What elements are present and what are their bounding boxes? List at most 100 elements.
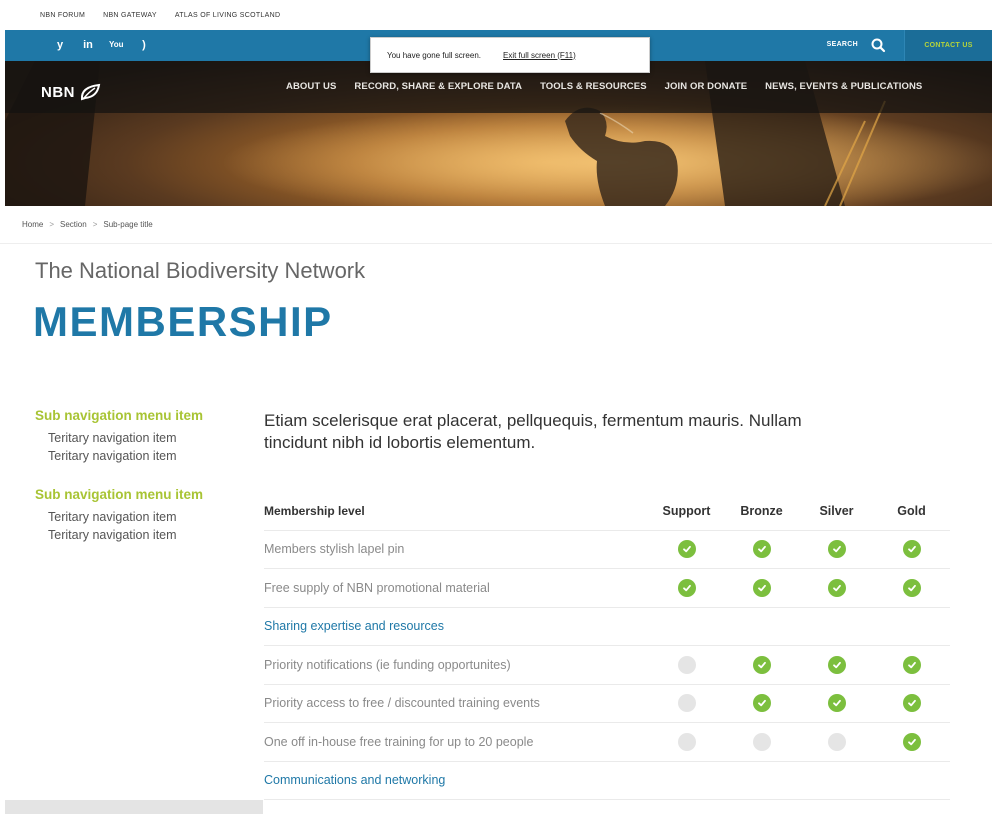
utility-link-nbn-gateway[interactable]: NBN GATEWAY bbox=[103, 12, 157, 19]
cell-gold bbox=[874, 655, 949, 674]
table-row: Priority access to free / discounted tra… bbox=[264, 685, 950, 723]
subnav-group: Sub navigation menu item Teritary naviga… bbox=[35, 487, 255, 544]
tertiary-nav-item[interactable]: Teritary navigation item bbox=[35, 526, 255, 544]
membership-table: Membership level Support Bronze Silver G… bbox=[264, 492, 950, 800]
intro-text: Etiam scelerisque erat placerat, pellque… bbox=[264, 411, 802, 452]
level-support-header: Support bbox=[662, 503, 711, 518]
search-icon[interactable] bbox=[870, 37, 886, 53]
utility-links: NBN FORUM NBN GATEWAY ATLAS OF LIVING SC… bbox=[0, 0, 992, 30]
main-nav: ABOUT US RECORD, SHARE & EXPLORE DATA TO… bbox=[277, 81, 931, 92]
twitter-icon[interactable]: y bbox=[53, 38, 67, 52]
cell-bronze bbox=[724, 732, 799, 751]
linkedin-icon[interactable]: in bbox=[81, 38, 95, 52]
cell-gold bbox=[874, 578, 949, 597]
cell-silver bbox=[799, 732, 874, 751]
exit-fullscreen-link[interactable]: Exit full screen (F11) bbox=[503, 51, 576, 60]
check-icon bbox=[902, 694, 921, 713]
nav-join-donate[interactable]: JOIN OR DONATE bbox=[656, 81, 757, 92]
nav-about-us[interactable]: ABOUT US bbox=[277, 81, 345, 92]
table-row: Free supply of NBN promotional material bbox=[264, 569, 950, 608]
cell-gold bbox=[874, 694, 949, 713]
check-icon bbox=[827, 655, 846, 674]
tertiary-nav-item[interactable]: Teritary navigation item bbox=[35, 447, 255, 465]
nbn-logo[interactable]: NBN bbox=[41, 83, 101, 101]
cell-support bbox=[649, 540, 724, 559]
feature-label: Members stylish lapel pin bbox=[264, 542, 405, 557]
cell-bronze bbox=[724, 694, 799, 713]
nav-record-share-explore[interactable]: RECORD, SHARE & EXPLORE DATA bbox=[345, 81, 531, 92]
fullscreen-notice: You have gone full screen. Exit full scr… bbox=[370, 37, 650, 73]
section-heading: Communications and networking bbox=[264, 773, 446, 788]
fullscreen-message: You have gone full screen. bbox=[387, 50, 481, 60]
youtube-icon[interactable]: You bbox=[109, 38, 124, 52]
check-icon bbox=[827, 540, 846, 559]
cell-silver bbox=[799, 578, 874, 597]
contact-us-button[interactable]: CONTACT US bbox=[904, 30, 992, 61]
check-icon bbox=[752, 655, 771, 674]
check-icon bbox=[827, 578, 846, 597]
check-icon bbox=[902, 578, 921, 597]
cell-support bbox=[649, 694, 724, 713]
breadcrumb: Home > Section > Sub-page title bbox=[0, 206, 992, 244]
breadcrumb-home[interactable]: Home bbox=[22, 220, 43, 229]
check-icon bbox=[752, 578, 771, 597]
tertiary-nav-item[interactable]: Teritary navigation item bbox=[35, 508, 255, 526]
section-heading: Sharing expertise and resources bbox=[264, 619, 444, 634]
logo-text: NBN bbox=[41, 83, 75, 101]
tertiary-nav-item[interactable]: Teritary navigation item bbox=[35, 429, 255, 447]
sub-navigation: Sub navigation menu item Teritary naviga… bbox=[35, 408, 255, 562]
feature-label: Priority notifications (ie funding oppor… bbox=[264, 657, 511, 672]
check-icon bbox=[752, 540, 771, 559]
table-section-row: Sharing expertise and resources bbox=[264, 608, 950, 646]
feature-label: Priority access to free / discounted tra… bbox=[264, 696, 540, 711]
breadcrumb-section[interactable]: Section bbox=[60, 220, 87, 229]
subnav-item[interactable]: Sub navigation menu item bbox=[35, 408, 255, 423]
cell-support bbox=[649, 655, 724, 674]
table-row: One off in-house free training for up to… bbox=[264, 723, 950, 762]
check-icon bbox=[827, 694, 846, 713]
not-included-icon bbox=[752, 732, 771, 751]
cell-silver bbox=[799, 694, 874, 713]
breadcrumb-separator: > bbox=[49, 220, 55, 229]
page-subtitle: The National Biodiversity Network bbox=[35, 258, 366, 283]
level-gold-header: Gold bbox=[897, 503, 926, 518]
check-icon bbox=[902, 732, 921, 751]
feature-label: One off in-house free training for up to… bbox=[264, 734, 534, 749]
cell-support bbox=[649, 732, 724, 751]
table-row: Priority notifications (ie funding oppor… bbox=[264, 646, 950, 685]
breadcrumb-current: Sub-page title bbox=[103, 220, 153, 229]
search-label[interactable]: SEARCH bbox=[827, 41, 858, 48]
nav-tools-resources[interactable]: TOOLS & RESOURCES bbox=[531, 81, 656, 92]
level-silver-header: Silver bbox=[819, 503, 854, 518]
cell-bronze bbox=[724, 578, 799, 597]
leaf-icon bbox=[80, 83, 101, 101]
not-included-icon bbox=[677, 694, 696, 713]
social-icons: y in You ) bbox=[53, 38, 151, 52]
cell-support bbox=[649, 578, 724, 597]
check-icon bbox=[902, 540, 921, 559]
cell-gold bbox=[874, 732, 949, 751]
check-icon bbox=[677, 540, 696, 559]
check-icon bbox=[677, 578, 696, 597]
cell-silver bbox=[799, 655, 874, 674]
cell-bronze bbox=[724, 655, 799, 674]
not-included-icon bbox=[677, 732, 696, 751]
page-title: MEMBERSHIP bbox=[33, 298, 333, 345]
level-bronze-header: Bronze bbox=[740, 503, 783, 518]
utility-link-nbn-forum[interactable]: NBN FORUM bbox=[40, 12, 85, 19]
hero-banner: NBN ABOUT US RECORD, SHARE & EXPLORE DAT… bbox=[5, 61, 992, 206]
breadcrumb-separator: > bbox=[92, 220, 98, 229]
subnav-group: Sub navigation menu item Teritary naviga… bbox=[35, 408, 255, 465]
subnav-footer-block bbox=[5, 800, 263, 814]
rss-icon[interactable]: ) bbox=[137, 38, 151, 52]
membership-level-header: Membership level bbox=[264, 503, 365, 518]
nav-news-events[interactable]: NEWS, EVENTS & PUBLICATIONS bbox=[756, 81, 931, 92]
feature-label: Free supply of NBN promotional material bbox=[264, 580, 490, 595]
not-included-icon bbox=[677, 655, 696, 674]
subnav-item[interactable]: Sub navigation menu item bbox=[35, 487, 255, 502]
utility-link-atlas-scotland[interactable]: ATLAS OF LIVING SCOTLAND bbox=[175, 12, 280, 19]
cell-silver bbox=[799, 540, 874, 559]
table-section-row: Communications and networking bbox=[264, 762, 950, 800]
cell-bronze bbox=[724, 540, 799, 559]
check-icon bbox=[752, 694, 771, 713]
